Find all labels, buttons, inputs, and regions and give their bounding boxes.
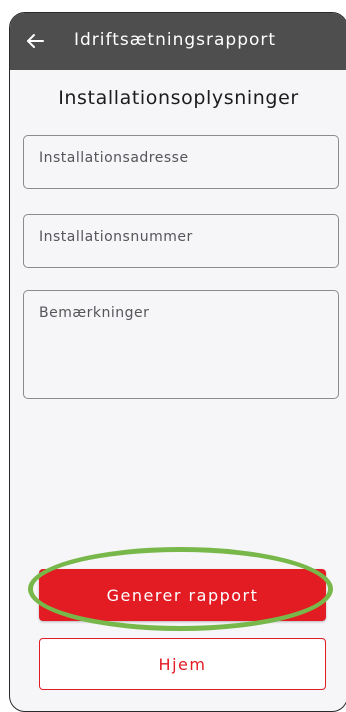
- home-button[interactable]: Hjem: [39, 638, 326, 690]
- phone-screen: Idriftsætningsrapport Installationsoplys…: [9, 12, 346, 712]
- back-button[interactable]: [24, 29, 48, 53]
- section-title: Installationsoplysninger: [58, 87, 299, 109]
- home-label: Hjem: [158, 654, 207, 674]
- remarks-textarea[interactable]: Bemærkninger: [23, 290, 339, 399]
- generate-report-button[interactable]: Generer rapport: [39, 569, 326, 621]
- app-bar-title: Idriftsætningsrapport: [74, 30, 277, 50]
- arrow-left-icon: [27, 34, 44, 48]
- installation-address-input[interactable]: Installationsadresse: [23, 135, 339, 189]
- remarks-placeholder: Bemærkninger: [39, 305, 150, 321]
- installation-number-input[interactable]: Installationsnummer: [23, 214, 339, 268]
- generate-report-label: Generer rapport: [106, 585, 259, 605]
- app-bar: Idriftsætningsrapport: [10, 13, 346, 70]
- installation-number-placeholder: Installationsnummer: [39, 229, 193, 245]
- installation-address-placeholder: Installationsadresse: [39, 150, 189, 166]
